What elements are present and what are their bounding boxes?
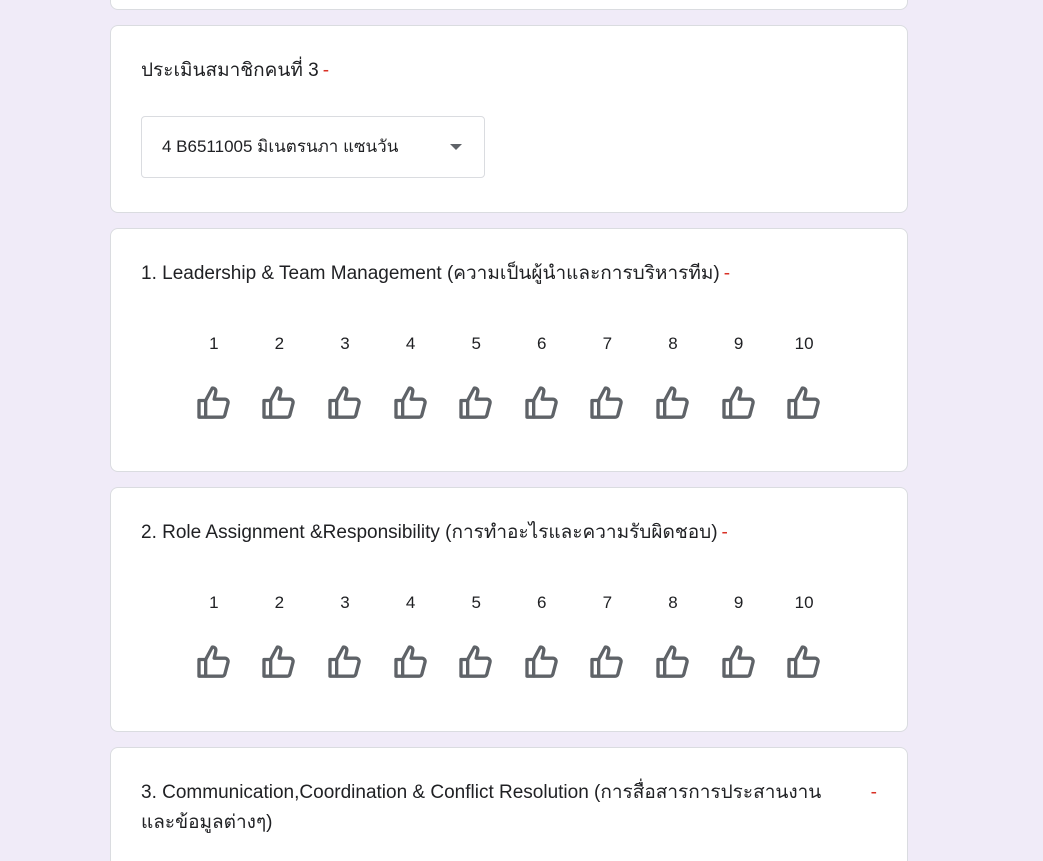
rating-option[interactable]: 7 <box>575 588 641 682</box>
thumb-up-icon[interactable] <box>719 642 759 682</box>
rating-option[interactable]: 10 <box>771 329 837 423</box>
rating-option[interactable]: 1 <box>181 588 247 682</box>
question-title-text: 3. Communication,Coordination & Conflict… <box>141 782 822 833</box>
rating-option-label: 9 <box>733 334 744 353</box>
thumb-up-icon[interactable] <box>587 383 627 423</box>
thumb-up-icon[interactable] <box>784 642 824 682</box>
member-dropdown[interactable]: 4 B6511005 มิเนตรนภา แซนวัน <box>141 116 485 178</box>
question-title: 2. Role Assignment &Responsibility (การท… <box>141 518 728 548</box>
rating-option-label: 8 <box>668 593 678 612</box>
question-title-text: 2. Role Assignment &Responsibility (การท… <box>141 522 718 543</box>
thumb-up-icon[interactable] <box>194 383 234 423</box>
thumb-up-icon[interactable] <box>587 642 627 682</box>
rating-option[interactable]: 8 <box>640 329 706 423</box>
required-marker: - <box>870 782 877 803</box>
rating-option[interactable]: 1 <box>181 329 247 423</box>
thumb-up-icon[interactable] <box>391 642 431 682</box>
rating-option-label: 5 <box>471 334 481 353</box>
thumb-up-icon[interactable] <box>653 642 693 682</box>
question-title-text: ประเมินสมาชิกคนที่ 3 <box>141 60 319 81</box>
rating-option[interactable]: 6 <box>509 329 575 423</box>
rating-option-label: 4 <box>405 334 416 353</box>
question-card: 3. Communication,Coordination & Conflict… <box>110 747 908 861</box>
rating-option[interactable]: 2 <box>247 329 313 423</box>
rating-option[interactable]: 3 <box>312 588 378 682</box>
rating-option-label: 9 <box>733 593 744 612</box>
rating-option[interactable]: 9 <box>706 329 772 423</box>
thumb-up-icon[interactable] <box>194 642 234 682</box>
thumb-up-icon[interactable] <box>259 383 299 423</box>
form-page: ประเมินสมาชิกคนที่ 3- 4 B6511005 มิเนตรน… <box>0 0 1043 861</box>
thumb-up-icon[interactable] <box>784 383 824 423</box>
rating-option[interactable]: 7 <box>575 329 641 423</box>
rating-option-label: 1 <box>209 334 219 353</box>
rating-option-label: 3 <box>340 593 350 612</box>
rating-option-label: 4 <box>405 593 416 612</box>
dropdown-selected-value: 4 B6511005 มิเนตรนภา แซนวัน <box>162 137 399 156</box>
rating-question-card: 2. Role Assignment &Responsibility (การท… <box>110 487 908 732</box>
thumb-up-icon[interactable] <box>325 642 365 682</box>
thumb-up-icon[interactable] <box>719 383 759 423</box>
question-title-text: 1. Leadership & Team Management (ความเป็… <box>141 263 720 284</box>
rating-option[interactable]: 2 <box>247 588 313 682</box>
thumb-up-icon[interactable] <box>456 642 496 682</box>
rating-option-label: 6 <box>537 334 547 353</box>
rating-option[interactable]: 6 <box>509 588 575 682</box>
rating-option-label: 2 <box>274 593 285 612</box>
rating-option[interactable]: 5 <box>443 588 509 682</box>
thumb-up-icon[interactable] <box>259 642 299 682</box>
rating-option[interactable]: 9 <box>706 588 772 682</box>
thumb-up-icon[interactable] <box>522 642 562 682</box>
rating-option[interactable]: 10 <box>771 588 837 682</box>
question-title: 1. Leadership & Team Management (ความเป็… <box>141 259 730 289</box>
dropdown-arrow-icon <box>450 144 462 150</box>
previous-question-card <box>110 0 908 10</box>
rating-option-label: 1 <box>209 593 219 612</box>
rating-option[interactable]: 4 <box>378 588 444 682</box>
rating-option-label: 7 <box>602 334 613 353</box>
rating-option[interactable]: 3 <box>312 329 378 423</box>
thumb-up-icon[interactable] <box>653 383 693 423</box>
thumb-up-icon[interactable] <box>325 383 365 423</box>
member-select-card: ประเมินสมาชิกคนที่ 3- 4 B6511005 มิเนตรน… <box>110 25 908 213</box>
rating-option-label: 10 <box>794 334 814 353</box>
rating-option-label: 7 <box>602 593 613 612</box>
rating-option[interactable]: 5 <box>443 329 509 423</box>
rating-option-label: 10 <box>794 593 814 612</box>
rating-option[interactable]: 8 <box>640 588 706 682</box>
required-marker: - <box>723 263 731 284</box>
rating-option-label: 3 <box>340 334 350 353</box>
rating-scale: 1 2 3 4 5 6 7 8 9 10 <box>181 329 837 423</box>
rating-option-label: 6 <box>537 593 547 612</box>
rating-scale: 1 2 3 4 5 6 7 8 9 10 <box>181 588 837 682</box>
rating-option[interactable]: 4 <box>378 329 444 423</box>
thumb-up-icon[interactable] <box>391 383 431 423</box>
thumb-up-icon[interactable] <box>522 383 562 423</box>
rating-option-label: 5 <box>471 593 481 612</box>
required-marker: - <box>721 522 728 543</box>
rating-option-label: 2 <box>274 334 285 353</box>
rating-question-card: 1. Leadership & Team Management (ความเป็… <box>110 228 908 472</box>
rating-option-label: 8 <box>668 334 678 353</box>
required-marker: - <box>322 60 330 81</box>
question-title: ประเมินสมาชิกคนที่ 3- <box>141 56 329 86</box>
thumb-up-icon[interactable] <box>456 383 496 423</box>
